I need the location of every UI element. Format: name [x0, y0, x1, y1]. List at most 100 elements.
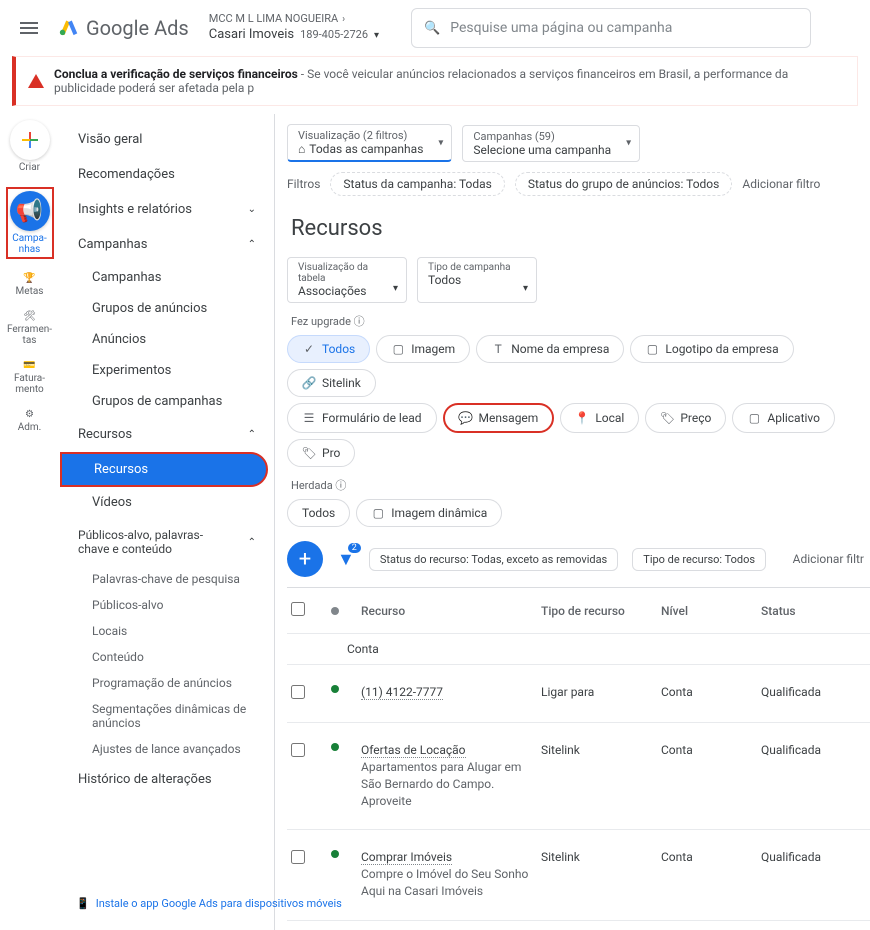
install-app-link[interactable]: 📱 Instale o app Google Ads para disposit… — [76, 897, 342, 910]
nav-campanhas-campanhas[interactable]: Campanhas — [60, 262, 274, 293]
resource-title[interactable]: Ofertas de Locação — [361, 743, 466, 758]
tools-icon: 🛠 — [23, 311, 36, 322]
pill-imagem[interactable]: ▢Imagem — [376, 335, 470, 363]
tipo-campanha-select[interactable]: Tipo de campanhaTodos▾ — [417, 257, 537, 303]
text-icon: T — [491, 342, 505, 356]
filtros-label: Filtros — [287, 177, 320, 191]
rail-adm[interactable]: ⚙Adm. — [18, 409, 42, 433]
table-row[interactable]: Aptos Centro São BernardoApartamentos de… — [287, 921, 870, 930]
nav-visao[interactable]: Visão geral — [60, 122, 274, 157]
chevron-down-icon: ⌄ — [248, 204, 256, 215]
pill-preco[interactable]: 🏷Preço — [645, 403, 726, 433]
resources-table: Recurso Tipo de recurso Nível Status Con… — [287, 587, 870, 930]
account-group-row: Conta — [287, 634, 870, 665]
nav-reco[interactable]: Recomendações — [60, 157, 274, 192]
nav-campanhas-grupos[interactable]: Grupos de anúncios — [60, 293, 274, 324]
rail-faturamento[interactable]: 💳Fatura- mento — [14, 360, 45, 395]
account-id: 189-405-2726 — [300, 28, 368, 42]
account-switcher[interactable]: MCC M L LIMA NOGUEIRA› Casari Imoveis189… — [209, 12, 379, 43]
search-input[interactable] — [450, 20, 798, 36]
app-icon: ▢ — [747, 411, 761, 425]
rail-ferramentas[interactable]: 🛠Ferramen- tas — [7, 311, 52, 346]
resource-tipo: Sitelink — [541, 850, 661, 864]
nav-campanhas-anuncios[interactable]: Anúncios — [60, 324, 274, 355]
price-icon: 🏷 — [660, 411, 674, 425]
nav-seg-din[interactable]: Segmentações dinâmicas de anúncios — [60, 696, 274, 736]
pill-aplicativo[interactable]: ▢Aplicativo — [732, 403, 835, 433]
check-icon: ✓ — [302, 342, 316, 356]
nav-palavras[interactable]: Palavras-chave de pesquisa — [60, 566, 274, 592]
nav-locais[interactable]: Locais — [60, 618, 274, 644]
rail-campanhas[interactable]: 📢Campa- nhas — [6, 187, 54, 259]
th-recurso[interactable]: Recurso — [361, 604, 541, 618]
account-name: Casari Imoveis — [209, 27, 294, 44]
add-filter-link[interactable]: Adicionar filtr — [793, 552, 870, 566]
nav-campanhas-grupos-camp[interactable]: Grupos de campanhas — [60, 386, 274, 417]
search-box[interactable]: 🔍 — [411, 8, 811, 48]
help-icon[interactable]: ⓘ — [335, 479, 346, 492]
rail-metas[interactable]: 🏆Metas — [16, 273, 44, 297]
pill-mensagem[interactable]: 💬Mensagem — [443, 403, 555, 433]
add-button[interactable]: + — [287, 541, 323, 577]
resource-nivel: Conta — [661, 850, 761, 864]
nav-publicos[interactable]: Públicos-alvo, palavras-chave e conteúdo… — [60, 518, 274, 566]
chip-status-recurso[interactable]: Status do recurso: Todas, exceto as remo… — [369, 548, 618, 571]
pill-logo-empresa[interactable]: ▢Logotipo da empresa — [630, 335, 793, 363]
nav-recursos[interactable]: Recursos⌃ — [60, 417, 274, 452]
pill-todos[interactable]: ✓Todos — [287, 335, 370, 363]
pill-todos-herdada[interactable]: Todos — [287, 499, 350, 527]
pill-nome-empresa[interactable]: TNome da empresa — [476, 335, 624, 363]
nav-publicos-alvo[interactable]: Públicos-alvo — [60, 592, 274, 618]
nav-historico[interactable]: Histórico de alterações — [60, 762, 274, 797]
nav-ajustes[interactable]: Ajustes de lance avançados — [60, 736, 274, 762]
resource-tipo: Ligar para — [541, 685, 661, 699]
help-icon[interactable]: ⓘ — [354, 315, 365, 328]
select-all-checkbox[interactable] — [291, 602, 305, 616]
nav-campanhas[interactable]: Campanhas⌃ — [60, 227, 274, 262]
table-row[interactable]: (11) 4122-7777 Ligar para Conta Qualific… — [287, 665, 870, 723]
table-row[interactable]: Ofertas de LocaçãoApartamentos para Alug… — [287, 723, 870, 830]
image-icon: ▢ — [391, 342, 405, 356]
pill-imagem-dinamica[interactable]: ▢Imagem dinâmica — [356, 499, 502, 527]
resource-title[interactable]: (11) 4122-7777 — [361, 685, 443, 700]
mcc-name: MCC M L LIMA NOGUEIRA — [209, 12, 338, 26]
row-checkbox[interactable] — [291, 850, 305, 864]
logo[interactable]: Google Ads — [58, 15, 189, 41]
pill-sitelink[interactable]: 🔗Sitelink — [287, 369, 376, 397]
status-dot — [331, 850, 339, 858]
form-icon: ☰ — [302, 411, 316, 425]
chevron-up-icon: ⌃ — [248, 537, 256, 548]
pill-pro[interactable]: 🏷Pro — [287, 439, 355, 467]
table-viz-select[interactable]: Visualização da tabelaAssociações▾ — [287, 257, 407, 303]
plus-icon — [22, 132, 38, 148]
chevron-down-icon: ▾ — [393, 283, 398, 294]
nav-campanhas-exp[interactable]: Experimentos — [60, 355, 274, 386]
table-row[interactable]: Comprar ImóveisCompre o Imóvel do Seu So… — [287, 830, 870, 921]
resource-title[interactable]: Comprar Imóveis — [361, 850, 452, 865]
campaign-dropdown[interactable]: Campanhas (59) Selecione uma campanha ▾ — [462, 125, 640, 162]
th-tipo[interactable]: Tipo de recurso — [541, 604, 661, 618]
chip-status-campanha[interactable]: Status da campanha: Todas — [330, 172, 504, 196]
message-icon: 💬 — [459, 411, 473, 425]
plus-icon: + — [299, 547, 311, 572]
chevron-up-icon: ⌃ — [248, 429, 256, 440]
nav-recursos-recursos[interactable]: Recursos — [60, 452, 268, 487]
nav-conteudo[interactable]: Conteúdo — [60, 644, 274, 670]
th-status[interactable]: Status — [761, 604, 861, 618]
chip-tipo-recurso[interactable]: Tipo de recurso: Todos — [632, 548, 766, 571]
rail-criar[interactable]: Criar — [10, 120, 50, 173]
status-dot — [331, 743, 339, 751]
chip-status-grupo[interactable]: Status do grupo de anúncios: Todos — [515, 172, 732, 196]
pill-form-lead[interactable]: ☰Formulário de lead — [287, 403, 437, 433]
viz-dropdown[interactable]: Visualização (2 filtros) ⌂Todas as campa… — [287, 124, 452, 162]
row-checkbox[interactable] — [291, 685, 305, 699]
nav-programacao[interactable]: Programação de anúncios — [60, 670, 274, 696]
nav-insights[interactable]: Insights e relatórios⌄ — [60, 192, 274, 227]
menu-icon[interactable] — [12, 11, 46, 45]
th-nivel[interactable]: Nível — [661, 604, 761, 618]
filter-button[interactable]: ▼2 — [337, 549, 355, 570]
nav-recursos-videos[interactable]: Vídeos — [60, 487, 274, 518]
pill-local[interactable]: 📍Local — [560, 403, 639, 433]
row-checkbox[interactable] — [291, 743, 305, 757]
add-filtro-link[interactable]: Adicionar filtro — [742, 177, 820, 191]
